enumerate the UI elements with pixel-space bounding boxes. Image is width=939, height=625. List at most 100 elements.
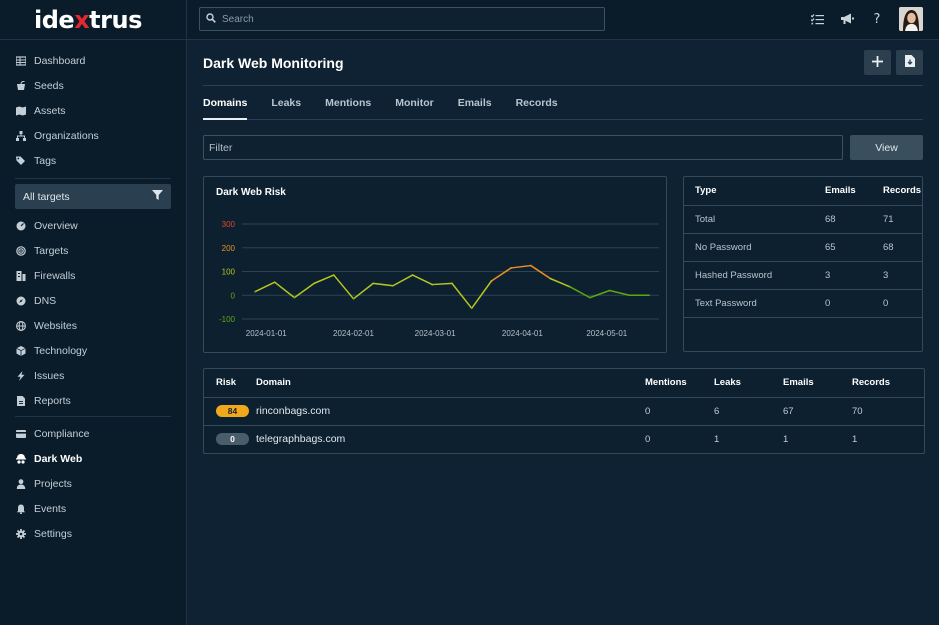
sidebar-item-label: Assets — [34, 104, 66, 117]
domain-link[interactable]: telegraphbags.com — [256, 425, 645, 454]
domains-table: Risk Domain Mentions Leaks Emails Records 84 r… — [204, 369, 924, 454]
password-stats-table: Type Emails Records Total 68 71 No Password 65… — [684, 177, 922, 318]
risk-series-point — [372, 282, 374, 285]
filter-row: View — [203, 135, 923, 160]
add-button[interactable] — [864, 50, 891, 75]
column-header-type[interactable]: Type — [684, 177, 815, 206]
risk-series-point — [333, 274, 335, 276]
sidebar-item-label: Technology — [34, 344, 88, 357]
risk-series-segment — [451, 282, 473, 310]
column-header-risk[interactable]: Risk — [204, 369, 256, 398]
table-cell: 0 — [814, 289, 873, 318]
column-header-leaks[interactable]: Leaks — [714, 369, 783, 398]
sidebar-item-assets[interactable]: Assets — [0, 98, 186, 123]
tab-mentions[interactable]: Mentions — [325, 86, 371, 119]
task-list-icon[interactable] — [809, 11, 825, 27]
leaks-cell: 6 — [714, 397, 783, 426]
sidebar-item-overview[interactable]: Overview — [0, 213, 186, 238]
sidebar-item-technology[interactable]: Technology — [0, 338, 186, 363]
risk-series-segment — [254, 281, 276, 293]
sidebar-item-seeds[interactable]: Seeds — [0, 73, 186, 98]
risk-series-segment — [490, 267, 512, 282]
tab-domains[interactable]: Domains — [203, 86, 248, 120]
risk-series-point — [411, 274, 414, 276]
column-header-emails[interactable]: Emails — [783, 369, 852, 398]
risk-series-point — [273, 281, 276, 283]
column-header-mentions[interactable]: Mentions — [645, 369, 714, 398]
view-button[interactable]: View — [850, 135, 923, 160]
search-box[interactable] — [199, 7, 605, 31]
sidebar-item-dashboard[interactable]: Dashboard — [0, 48, 186, 73]
sidebar-item-settings[interactable]: Settings — [0, 521, 186, 546]
domain-link[interactable]: rinconbags.com — [256, 397, 645, 426]
risk-series-segment — [372, 282, 394, 287]
compass-icon — [16, 296, 26, 306]
column-header-records[interactable]: Records — [852, 369, 924, 398]
sidebar-item-events[interactable]: Events — [0, 496, 186, 521]
risk-series-segment — [549, 277, 571, 288]
target-select[interactable]: All targets — [15, 184, 171, 209]
table-row: Total 68 71 — [684, 205, 922, 234]
help-icon[interactable]: ? — [869, 11, 885, 27]
sidebar-item-issues[interactable]: Issues — [0, 363, 186, 388]
sidebar-item-label: Compliance — [34, 427, 90, 440]
sidebar-nav-bottom: Compliance Dark Web Projects Events Settings — [0, 421, 186, 546]
topbar-actions: ? — [809, 7, 923, 31]
mentions-cell: 0 — [645, 425, 714, 454]
tab-monitor[interactable]: Monitor — [395, 86, 434, 119]
sidebar-item-websites[interactable]: Websites — [0, 313, 186, 338]
tab-records[interactable]: Records — [516, 86, 558, 119]
sidebar-item-reports[interactable]: Reports — [0, 388, 186, 413]
grid-icon — [16, 55, 26, 66]
column-header-domain[interactable]: Domain — [256, 369, 645, 398]
sidebar-item-targets[interactable]: Targets — [0, 238, 186, 263]
table-cell: Total — [684, 205, 815, 234]
tab-emails[interactable]: Emails — [458, 86, 492, 119]
sidebar-item-projects[interactable]: Projects — [0, 471, 186, 496]
risk-series-segment — [510, 264, 532, 269]
column-header-emails[interactable]: Emails — [814, 177, 873, 206]
risk-line-chart: 300 200 100 0 -100 2024-01-01 2024-02-01 2024-0… — [219, 220, 659, 338]
export-report-button[interactable] — [896, 50, 923, 75]
table-row[interactable]: 84 rinconbags.com 0 6 67 70 — [204, 397, 924, 426]
column-header-records[interactable]: Records — [872, 177, 922, 206]
chart-title: Dark Web Risk — [216, 187, 286, 198]
megaphone-icon[interactable] — [839, 11, 855, 27]
risk-series-segment — [470, 280, 493, 310]
sidebar-item-dark-web[interactable]: Dark Web — [0, 446, 186, 471]
sidebar-item-label: Seeds — [34, 79, 64, 92]
card-icon — [16, 429, 26, 439]
table-cell: 71 — [872, 205, 922, 234]
table-row: Text Password 0 0 — [684, 289, 922, 318]
cube-icon — [16, 345, 26, 356]
tags-icon — [16, 156, 26, 166]
sidebar-item-label: Tags — [34, 154, 57, 167]
risk-series-point — [352, 298, 355, 300]
table-row[interactable]: 0 telegraphbags.com 0 1 1 1 — [204, 425, 924, 454]
x-tick-label: 2024-04-01 — [502, 329, 543, 338]
table-cell: No Password — [684, 233, 815, 262]
records-cell: 70 — [852, 397, 924, 426]
sidebar-item-label: Reports — [34, 394, 71, 407]
avatar[interactable] — [899, 7, 923, 31]
sidebar-item-firewalls[interactable]: Firewalls — [0, 263, 186, 288]
sidebar-item-organizations[interactable]: Organizations — [0, 123, 186, 148]
filter-input[interactable] — [203, 135, 843, 160]
sidebar-item-tags[interactable]: Tags — [0, 148, 186, 173]
bell-icon — [16, 504, 26, 514]
table-cell: 68 — [872, 233, 922, 262]
report-icon — [16, 395, 26, 406]
x-tick-label: 2024-05-01 — [586, 329, 627, 338]
globe-icon — [16, 320, 26, 331]
x-tick-label: 2024-01-01 — [246, 329, 287, 338]
sidebar-nav-main: Dashboard Seeds Assets Organizations Tags — [0, 48, 186, 173]
risk-series-point — [451, 282, 453, 285]
sidebar-item-compliance[interactable]: Compliance — [0, 421, 186, 446]
search-input[interactable] — [222, 13, 582, 25]
sidebar-item-dns[interactable]: DNS — [0, 288, 186, 313]
tab-leaks[interactable]: Leaks — [271, 86, 301, 119]
sidebar-item-label: Firewalls — [34, 269, 76, 282]
risk-series-point — [313, 282, 315, 285]
logo[interactable]: idextrus — [0, 0, 186, 40]
spy-icon — [16, 453, 26, 464]
